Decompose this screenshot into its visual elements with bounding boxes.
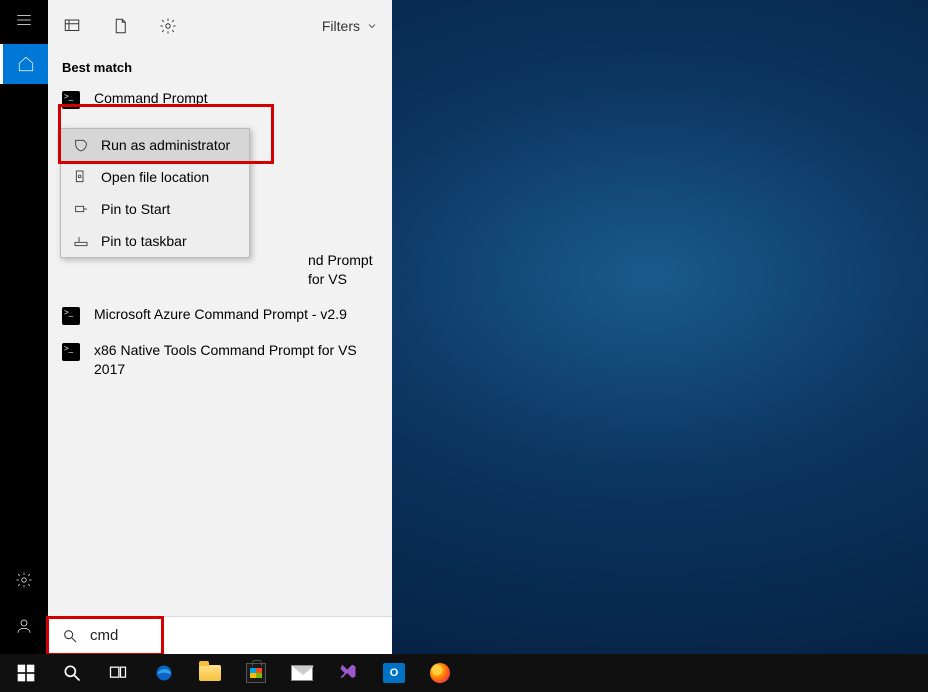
- context-menu: Run as administrator Open file location …: [60, 128, 250, 258]
- search-box[interactable]: cmd: [48, 616, 392, 654]
- settings-button[interactable]: [0, 560, 48, 600]
- ctx-label: Pin to Start: [101, 201, 170, 217]
- search-panel: Filters Best match Command Prompt nd Pro…: [48, 0, 392, 654]
- task-view-button[interactable]: [96, 654, 140, 692]
- result-label: Microsoft Azure Command Prompt - v2.9: [94, 305, 347, 324]
- search-input-value: cmd: [90, 627, 118, 644]
- apps-icon[interactable]: [62, 16, 82, 36]
- best-match-label: Best match: [48, 52, 392, 81]
- ctx-label: Pin to taskbar: [101, 233, 187, 249]
- ctx-pin-to-start[interactable]: Pin to Start: [61, 193, 249, 225]
- visual-studio-button[interactable]: [326, 654, 370, 692]
- result-label: Command Prompt: [94, 89, 208, 108]
- taskbar: O: [0, 654, 928, 692]
- pin-taskbar-icon: [73, 233, 89, 249]
- ctx-open-file-location[interactable]: Open file location: [61, 161, 249, 193]
- pin-start-icon: [73, 201, 89, 217]
- result-label: x86 Native Tools Command Prompt for VS 2…: [94, 341, 374, 379]
- cmd-icon: [62, 343, 80, 361]
- settings-filter-icon[interactable]: [158, 16, 178, 36]
- start-rail: [0, 0, 48, 654]
- ctx-pin-to-taskbar[interactable]: Pin to taskbar: [61, 225, 249, 257]
- location-icon: [73, 169, 89, 185]
- taskbar-search-button[interactable]: [50, 654, 94, 692]
- search-icon: [62, 628, 78, 644]
- panel-header: Filters: [48, 0, 392, 52]
- edge-button[interactable]: [142, 654, 186, 692]
- file-explorer-button[interactable]: [188, 654, 232, 692]
- menu-button[interactable]: [0, 0, 48, 40]
- shield-icon: [73, 137, 89, 153]
- result-command-prompt[interactable]: Command Prompt: [48, 81, 392, 117]
- store-button[interactable]: [234, 654, 278, 692]
- cmd-icon: [62, 91, 80, 109]
- account-button[interactable]: [0, 606, 48, 646]
- mail-button[interactable]: [280, 654, 324, 692]
- ctx-label: Run as administrator: [101, 137, 230, 153]
- home-button[interactable]: [0, 44, 48, 84]
- outlook-button[interactable]: O: [372, 654, 416, 692]
- documents-icon[interactable]: [110, 16, 130, 36]
- result-label: nd Prompt for VS: [308, 251, 378, 289]
- chevron-down-icon: [366, 20, 378, 32]
- cmd-icon: [62, 307, 80, 325]
- filters-label: Filters: [322, 18, 360, 34]
- start-button[interactable]: [4, 654, 48, 692]
- firefox-button[interactable]: [418, 654, 462, 692]
- filters-dropdown[interactable]: Filters: [322, 18, 378, 34]
- result-azure-cmd[interactable]: Microsoft Azure Command Prompt - v2.9: [48, 297, 392, 333]
- ctx-label: Open file location: [101, 169, 209, 185]
- result-vs-x86[interactable]: x86 Native Tools Command Prompt for VS 2…: [48, 333, 392, 387]
- ctx-run-as-admin[interactable]: Run as administrator: [61, 129, 249, 161]
